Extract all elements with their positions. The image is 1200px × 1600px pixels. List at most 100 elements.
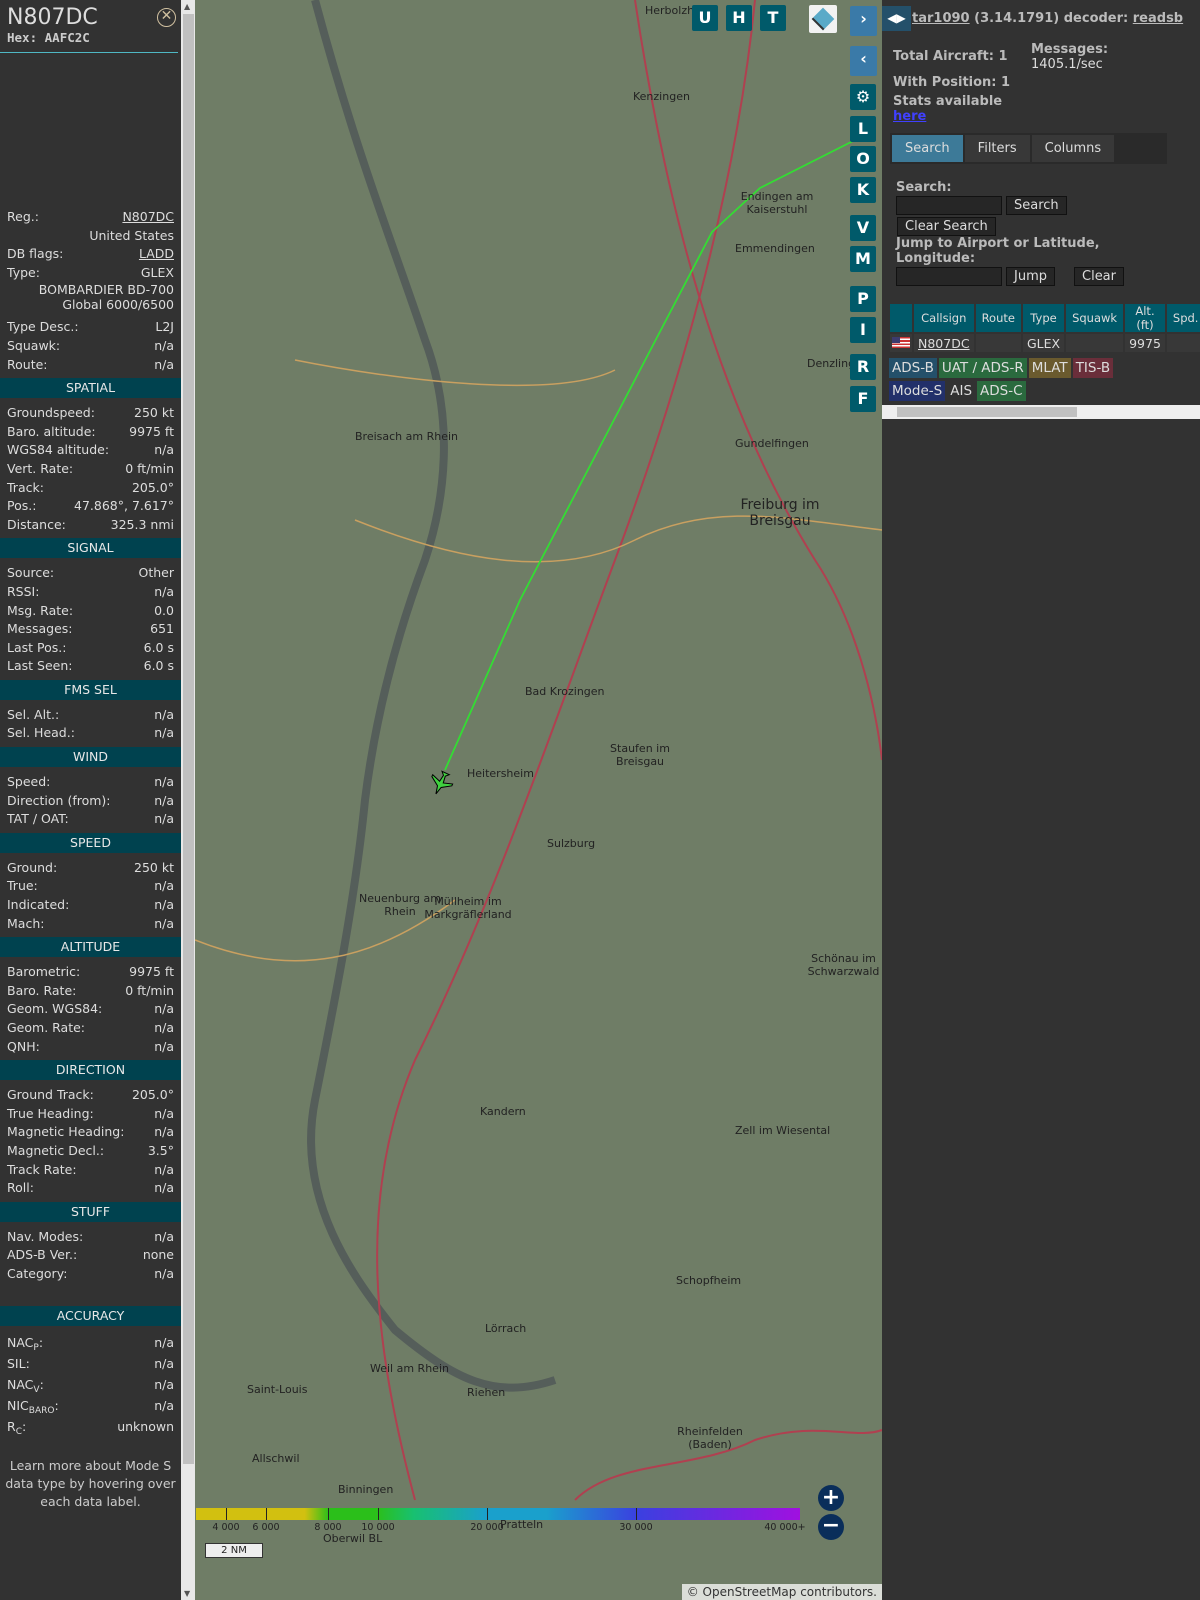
- legend-tick-label: 6 000: [252, 1522, 280, 1533]
- row-value: 6.0 s: [143, 639, 174, 655]
- expand-sidebar-button[interactable]: ›: [850, 6, 877, 36]
- info-row: Route: n/a: [0, 356, 181, 375]
- legend-tick: [328, 1508, 329, 1520]
- row-value: n/a: [154, 1105, 174, 1121]
- row-value: Other: [138, 565, 175, 581]
- map-button-f[interactable]: F: [850, 386, 876, 412]
- column-header[interactable]: Callsign: [914, 304, 974, 332]
- toggle-sidebar-button[interactable]: ◀▶: [882, 6, 911, 31]
- column-header[interactable]: Spd.: [1166, 304, 1200, 332]
- search-input[interactable]: [896, 196, 1002, 215]
- column-header[interactable]: Squawk: [1066, 304, 1124, 332]
- hex-value: AAFC2C: [44, 30, 90, 45]
- settings-button[interactable]: ⚙: [850, 84, 876, 110]
- row-value: 325.3 nmi: [110, 516, 174, 532]
- with-position: With Position: 1: [893, 75, 1011, 90]
- flight-track: [444, 139, 856, 771]
- help-text: Learn more about Mode S data type by hov…: [5, 1457, 176, 1509]
- close-icon[interactable]: ✕: [157, 8, 176, 27]
- row-label: Indicated:: [7, 897, 70, 913]
- row-value: 651: [150, 621, 174, 637]
- decoder-link[interactable]: readsb: [1133, 11, 1183, 26]
- detail-row: Source: Other: [0, 564, 181, 583]
- row-label: Magnetic Heading:: [7, 1124, 125, 1140]
- clear-search-button[interactable]: Clear Search: [897, 217, 996, 236]
- label-base: NAC: [7, 1376, 34, 1392]
- hex-label: Hex:: [7, 30, 38, 45]
- map-button-r[interactable]: R: [850, 354, 876, 380]
- map-button-o[interactable]: O: [850, 146, 876, 172]
- map-place-label: Endingen am Kaiserstuhl: [740, 190, 814, 216]
- row-value-link[interactable]: LADD: [139, 245, 174, 264]
- jump-button[interactable]: Jump: [1006, 267, 1055, 286]
- row-value: n/a: [154, 1334, 174, 1350]
- section-header-accuracy: ACCURACY: [0, 1305, 181, 1326]
- row-label: NACV:: [7, 1376, 44, 1395]
- legend-tick: [378, 1508, 379, 1520]
- search-button[interactable]: Search: [1006, 196, 1067, 215]
- row-label: Squawk:: [7, 337, 61, 353]
- map-attribution[interactable]: © OpenStreetMap contributors.: [681, 1584, 882, 1600]
- row-value: n/a: [154, 356, 174, 372]
- messages-label: Messages:: [1031, 42, 1109, 57]
- stats-link[interactable]: here: [893, 109, 926, 124]
- map[interactable]: Herbolzheim Kenzingen Endingen am Kaiserst…: [195, 0, 882, 1600]
- row-label: Baro. Rate:: [7, 982, 77, 998]
- jump-input[interactable]: [896, 267, 1002, 286]
- clear-jump-button[interactable]: Clear: [1074, 267, 1124, 286]
- row-label: Type Desc.:: [7, 319, 79, 335]
- collapse-sidebar-button[interactable]: ‹: [850, 46, 877, 76]
- callsign-link[interactable]: N807DC: [918, 336, 970, 351]
- column-header[interactable]: Alt. (ft): [1125, 304, 1165, 332]
- zoom-in-button[interactable]: +: [818, 1485, 844, 1511]
- detail-row: Baro. Rate: 0 ft/min: [0, 982, 181, 1001]
- row-label: RC:: [7, 1418, 27, 1437]
- row-value-link[interactable]: N807DC: [122, 208, 174, 227]
- row-label: Msg. Rate:: [7, 602, 74, 618]
- map-place-label: Staufen im Breisgau: [610, 742, 670, 768]
- accuracy-row: NACP: n/a: [0, 1332, 181, 1353]
- table-horizontal-scrollbar[interactable]: [882, 405, 1200, 419]
- map-button-t[interactable]: T: [760, 5, 786, 31]
- row-value: United States: [89, 227, 174, 243]
- layers-icon: [811, 7, 835, 31]
- column-header[interactable]: Type: [1022, 304, 1065, 332]
- column-header[interactable]: Route: [975, 304, 1021, 332]
- tab-filters[interactable]: Filters: [964, 135, 1030, 162]
- row-value: n/a: [154, 1001, 174, 1017]
- detail-row: Geom. Rate: n/a: [0, 1019, 181, 1038]
- map-button-l[interactable]: L: [850, 116, 876, 142]
- row-value: 0.0: [154, 602, 174, 618]
- row-label: Sel. Alt.:: [7, 706, 60, 722]
- section-header-altitude: ALTITUDE: [0, 937, 181, 958]
- map-button-h[interactable]: H: [726, 5, 752, 31]
- row-value: n/a: [154, 442, 174, 458]
- app-link[interactable]: tar1090: [912, 11, 970, 26]
- row-label: Source:: [7, 565, 55, 581]
- info-row: United States: [0, 227, 181, 246]
- map-button-m[interactable]: M: [850, 246, 876, 272]
- map-button-k[interactable]: K: [850, 177, 876, 203]
- source-badge: ADS-B: [889, 358, 937, 378]
- left-panel-scrollbar[interactable]: ▲ ▼: [181, 0, 195, 1600]
- search-label: Search:: [896, 180, 952, 195]
- layers-button[interactable]: [809, 5, 837, 33]
- column-header[interactable]: [890, 304, 912, 332]
- map-button-u[interactable]: U: [692, 5, 718, 31]
- tab-columns[interactable]: Columns: [1031, 135, 1115, 162]
- detail-row: RSSI: n/a: [0, 583, 181, 602]
- detail-row: Direction (from): n/a: [0, 792, 181, 811]
- row-value: none: [142, 1247, 174, 1263]
- table-row[interactable]: N807DC GLEX 9975: [890, 334, 1200, 352]
- map-place-label: Riehen: [467, 1386, 506, 1399]
- tab-search[interactable]: Search: [892, 135, 963, 162]
- detail-row: Last Seen: 6.0 s: [0, 657, 181, 676]
- map-button-p[interactable]: P: [850, 286, 876, 312]
- row-label: Reg.:: [7, 209, 39, 224]
- zoom-out-button[interactable]: −: [818, 1514, 844, 1540]
- row-value: 9975 ft: [129, 964, 174, 980]
- section-header-speed: SPEED: [0, 832, 181, 853]
- map-button-i[interactable]: I: [850, 317, 876, 343]
- detail-row: Msg. Rate: 0.0: [0, 602, 181, 621]
- map-button-v[interactable]: V: [850, 215, 876, 241]
